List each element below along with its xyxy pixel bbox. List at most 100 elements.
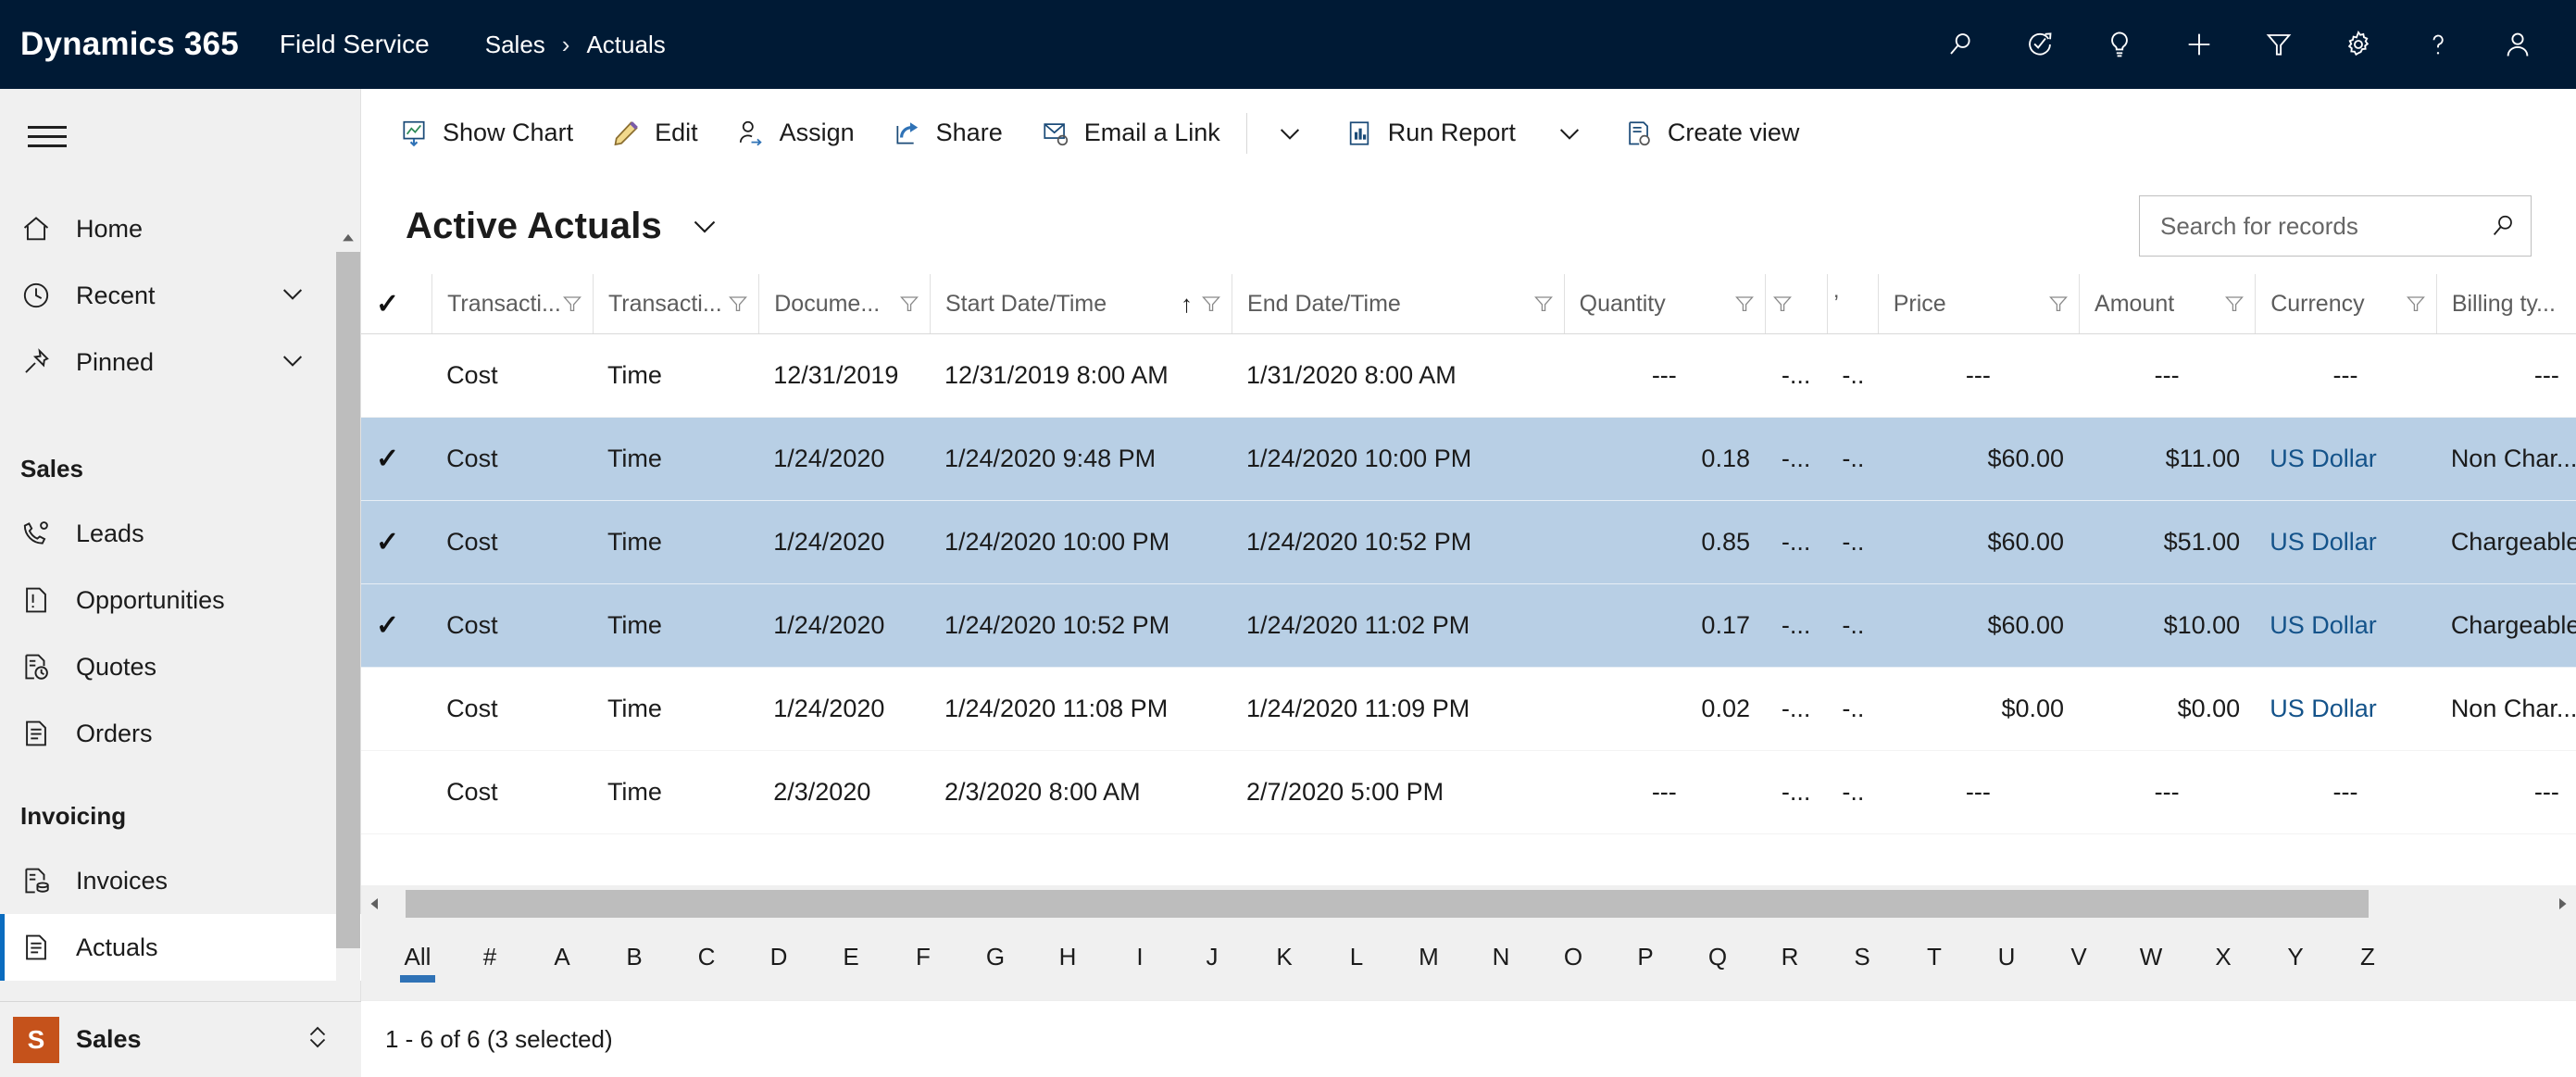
col-transaction-type[interactable]: Transacti... bbox=[431, 274, 593, 334]
filter-funnel-icon[interactable] bbox=[1771, 293, 1794, 315]
chevron-down-icon[interactable] bbox=[278, 279, 307, 313]
table-row[interactable]: Cost Time 2/3/2020 2/3/2020 8:00 AM 2/7/2020… bbox=[361, 750, 2576, 834]
filter-funnel-icon[interactable] bbox=[898, 293, 920, 315]
cell-currency[interactable]: US Dollar bbox=[2255, 583, 2436, 668]
breadcrumb-item-actuals[interactable]: Actuals bbox=[586, 31, 665, 59]
sidebar-scrollbar[interactable] bbox=[336, 226, 360, 1046]
sidebar-item-actuals[interactable]: Actuals bbox=[0, 914, 361, 981]
filter-funnel-icon[interactable] bbox=[1200, 293, 1222, 315]
table-row[interactable]: Cost Time 12/31/2019 12/31/2019 8:00 AM 1/31… bbox=[361, 333, 2576, 418]
scroll-up-arrow-icon[interactable] bbox=[336, 226, 360, 250]
add-plus-icon[interactable] bbox=[2183, 29, 2215, 60]
col-document-date[interactable]: Docume... bbox=[758, 274, 930, 334]
cell-currency[interactable]: US Dollar bbox=[2255, 417, 2436, 501]
assistant-check-icon[interactable] bbox=[2024, 29, 2056, 60]
alphabet-filter-j[interactable]: J bbox=[1176, 943, 1248, 981]
scroll-track[interactable] bbox=[389, 890, 2548, 918]
site-map-toggle-icon[interactable] bbox=[20, 107, 78, 165]
filter-funnel-icon[interactable] bbox=[1733, 293, 1756, 315]
chevron-down-icon[interactable] bbox=[278, 345, 307, 380]
grid-horizontal-scrollbar[interactable] bbox=[361, 885, 2576, 922]
run-report-dropdown-button[interactable] bbox=[1534, 89, 1605, 178]
more-commands-button[interactable] bbox=[1255, 89, 1325, 178]
row-select-checkbox[interactable]: ✓ bbox=[361, 500, 432, 584]
share-button[interactable]: Share bbox=[873, 89, 1021, 178]
sidebar-item-home[interactable]: Home bbox=[0, 195, 361, 262]
filter-funnel-icon[interactable] bbox=[561, 293, 583, 315]
alphabet-filter-y[interactable]: Y bbox=[2259, 943, 2332, 981]
help-question-icon[interactable] bbox=[2422, 29, 2454, 60]
alphabet-filter-a[interactable]: A bbox=[526, 943, 598, 981]
filter-funnel-icon[interactable] bbox=[2405, 293, 2427, 315]
alphabet-filter-i[interactable]: I bbox=[1104, 943, 1176, 981]
alphabet-filter-b[interactable]: B bbox=[598, 943, 670, 981]
row-select-checkbox[interactable] bbox=[361, 750, 432, 834]
alphabet-filter-s[interactable]: S bbox=[1826, 943, 1898, 981]
col-price[interactable]: Price bbox=[1877, 274, 2080, 334]
alphabet-filter-x[interactable]: X bbox=[2187, 943, 2259, 981]
col-start-datetime[interactable]: Start Date/Time ↑ bbox=[930, 274, 1232, 334]
show-chart-button[interactable]: Show Chart bbox=[380, 89, 592, 178]
app-name[interactable]: Field Service bbox=[280, 30, 430, 59]
sidebar-scroll-thumb[interactable] bbox=[336, 252, 360, 948]
settings-gear-icon[interactable] bbox=[2343, 29, 2374, 60]
filter-funnel-icon[interactable] bbox=[2047, 293, 2070, 315]
currency-link[interactable]: US Dollar bbox=[2270, 611, 2377, 639]
alphabet-filter-k[interactable]: K bbox=[1248, 943, 1320, 981]
col-amount[interactable]: Amount bbox=[2079, 274, 2256, 334]
chevron-up-down-icon[interactable] bbox=[304, 1023, 331, 1056]
filter-funnel-icon[interactable] bbox=[2263, 29, 2295, 60]
alphabet-filter-f[interactable]: F bbox=[887, 943, 959, 981]
search-icon[interactable] bbox=[1945, 29, 1976, 60]
row-select-checkbox[interactable] bbox=[361, 333, 432, 418]
alphabet-filter-all[interactable]: All bbox=[381, 943, 454, 981]
alphabet-filter-n[interactable]: N bbox=[1465, 943, 1537, 981]
currency-link[interactable]: US Dollar bbox=[2270, 695, 2377, 722]
assign-button[interactable]: Assign bbox=[717, 89, 873, 178]
alphabet-filter-v[interactable]: V bbox=[2043, 943, 2115, 981]
alphabet-filter-u[interactable]: U bbox=[1970, 943, 2043, 981]
breadcrumb-item-sales[interactable]: Sales bbox=[485, 31, 545, 59]
run-report-button[interactable]: Run Report bbox=[1325, 89, 1534, 178]
currency-link[interactable]: US Dollar bbox=[2270, 445, 2377, 472]
cell-currency[interactable]: US Dollar bbox=[2255, 500, 2436, 584]
search-input[interactable] bbox=[2140, 211, 2470, 241]
alphabet-filter-z[interactable]: Z bbox=[2332, 943, 2404, 981]
filter-funnel-icon[interactable] bbox=[2223, 293, 2245, 315]
sidebar-item-pinned[interactable]: Pinned bbox=[0, 329, 361, 395]
edit-button[interactable]: Edit bbox=[592, 89, 717, 178]
alphabet-filter-m[interactable]: M bbox=[1393, 943, 1465, 981]
filter-funnel-icon[interactable] bbox=[1532, 293, 1555, 315]
filter-funnel-icon[interactable] bbox=[727, 293, 749, 315]
search-icon[interactable] bbox=[2470, 212, 2535, 240]
alphabet-filter-d[interactable]: D bbox=[743, 943, 815, 981]
alphabet-filter-hash[interactable]: # bbox=[454, 943, 526, 981]
alphabet-filter-e[interactable]: E bbox=[815, 943, 887, 981]
alphabet-filter-h[interactable]: H bbox=[1032, 943, 1104, 981]
cell-currency[interactable]: US Dollar bbox=[2255, 667, 2436, 751]
col-transaction-class[interactable]: Transacti... bbox=[592, 274, 759, 334]
currency-link[interactable]: US Dollar bbox=[2270, 528, 2377, 556]
col-currency[interactable]: Currency bbox=[2255, 274, 2436, 334]
sidebar-item-invoices[interactable]: Invoices bbox=[0, 847, 361, 914]
alphabet-filter-t[interactable]: T bbox=[1898, 943, 1970, 981]
select-all-checkmark-icon[interactable]: ✓ bbox=[376, 288, 399, 320]
sidebar-item-recent[interactable]: Recent bbox=[0, 262, 361, 329]
sidebar-item-leads[interactable]: Leads bbox=[0, 500, 361, 567]
sidebar-item-orders[interactable]: Orders bbox=[0, 700, 361, 767]
col-select-all[interactable]: ✓ bbox=[361, 274, 432, 334]
col-narrow-2[interactable]: ’ bbox=[1827, 274, 1878, 334]
sort-ascending-icon[interactable]: ↑ bbox=[1181, 290, 1193, 319]
lightbulb-icon[interactable] bbox=[2104, 29, 2135, 60]
row-select-checkbox[interactable]: ✓ bbox=[361, 417, 432, 501]
sidebar-item-opportunities[interactable]: Opportunities bbox=[0, 567, 361, 633]
table-row[interactable]: ✓ Cost Time 1/24/2020 1/24/2020 10:00 PM 1/24… bbox=[361, 500, 2576, 584]
scroll-left-arrow-icon[interactable] bbox=[361, 885, 389, 922]
table-row[interactable]: Cost Time 1/24/2020 1/24/2020 11:08 PM 1/24/… bbox=[361, 667, 2576, 751]
alphabet-filter-c[interactable]: C bbox=[670, 943, 743, 981]
row-select-checkbox[interactable] bbox=[361, 667, 432, 751]
alphabet-filter-l[interactable]: L bbox=[1320, 943, 1393, 981]
sidebar-item-quotes[interactable]: Quotes bbox=[0, 633, 361, 700]
col-end-datetime[interactable]: End Date/Time bbox=[1232, 274, 1564, 334]
col-narrow-1[interactable] bbox=[1764, 274, 1828, 334]
